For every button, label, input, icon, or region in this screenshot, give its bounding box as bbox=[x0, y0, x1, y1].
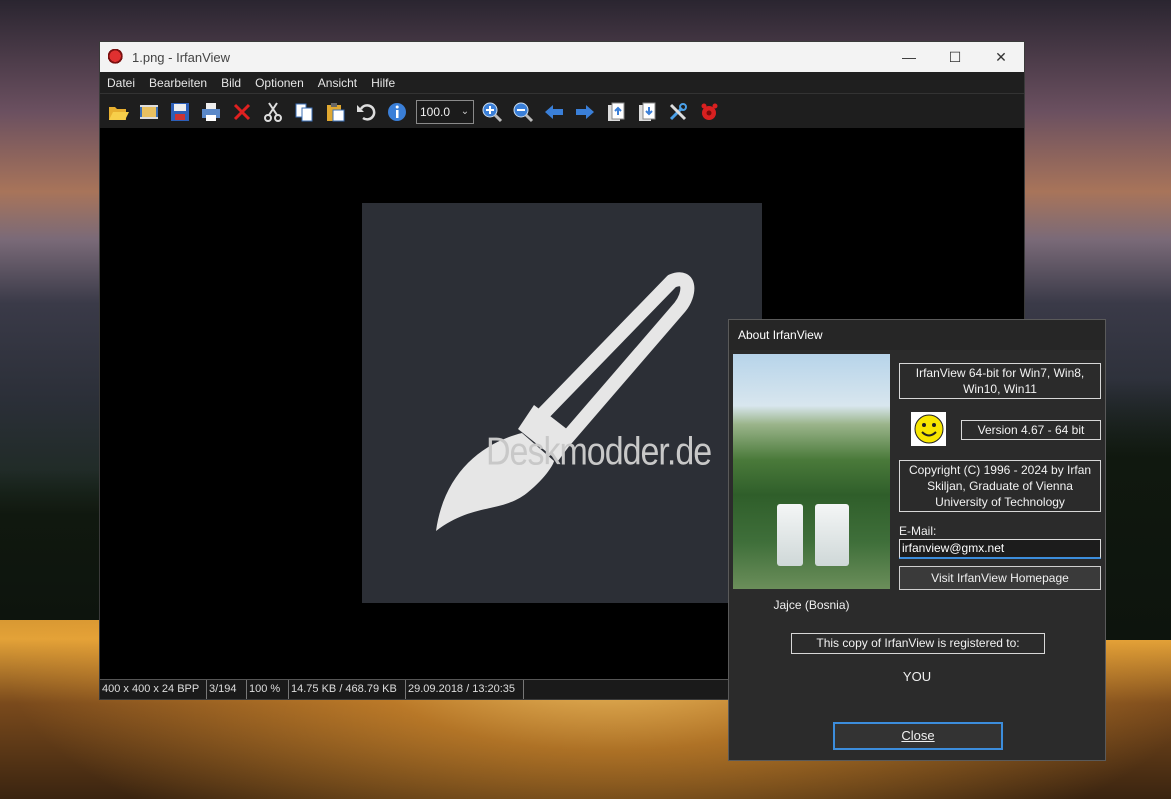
about-dialog: About IrfanView Jajce (Bosnia) IrfanView… bbox=[728, 319, 1106, 761]
registered-name: YOU bbox=[902, 669, 932, 684]
email-field[interactable]: irfanview@gmx.net bbox=[899, 539, 1101, 559]
about-title[interactable]: About IrfanView bbox=[729, 320, 1105, 350]
status-zoom: 100 % bbox=[247, 680, 289, 699]
print-button[interactable] bbox=[195, 98, 226, 126]
save-icon bbox=[170, 102, 189, 121]
thumbnails-button[interactable] bbox=[133, 98, 164, 126]
paste-button[interactable] bbox=[319, 98, 350, 126]
delete-button[interactable] bbox=[226, 98, 257, 126]
zoom-combobox[interactable]: 100.0 ⌄ bbox=[416, 99, 474, 124]
visit-homepage-button[interactable]: Visit IrfanView Homepage bbox=[899, 566, 1101, 590]
settings-icon bbox=[669, 102, 687, 120]
toolbar: 100.0 ⌄ bbox=[100, 94, 1024, 129]
status-dimensions: 400 x 400 x 24 BPP bbox=[100, 680, 207, 699]
irfanview-logo-icon bbox=[108, 49, 124, 65]
waterfall-left bbox=[777, 504, 803, 566]
edition-box: IrfanView 64-bit for Win7, Win8, Win10, … bbox=[899, 363, 1101, 399]
next-button[interactable] bbox=[569, 98, 600, 126]
chevron-down-icon[interactable]: ⌄ bbox=[457, 106, 473, 117]
zoom-in-icon bbox=[482, 102, 502, 122]
window-title: 1.png - IrfanView bbox=[132, 49, 231, 65]
smiley-icon bbox=[911, 412, 946, 446]
cut-button[interactable] bbox=[257, 98, 288, 126]
jajce-photo bbox=[733, 354, 890, 589]
waterfall-right bbox=[815, 504, 849, 566]
version-box: Version 4.67 - 64 bit bbox=[961, 420, 1101, 440]
info-icon bbox=[387, 102, 406, 121]
close-window-button[interactable]: ✕ bbox=[978, 42, 1024, 72]
watermark-text: Deskmodder.de bbox=[486, 430, 712, 474]
undo-button[interactable] bbox=[350, 98, 381, 126]
paintbrush-icon bbox=[436, 272, 695, 531]
close-button[interactable]: Close bbox=[833, 722, 1003, 750]
previous-icon bbox=[544, 104, 563, 119]
open-button[interactable] bbox=[102, 98, 133, 126]
info-button[interactable] bbox=[381, 98, 412, 126]
first-page-button[interactable] bbox=[600, 98, 631, 126]
irfanview-button[interactable] bbox=[693, 98, 724, 126]
paste-icon bbox=[326, 102, 344, 121]
last-page-icon bbox=[638, 102, 655, 121]
cut-icon bbox=[263, 101, 282, 122]
menu-bild[interactable]: Bild bbox=[214, 76, 248, 90]
thumbnails-icon bbox=[139, 104, 158, 119]
menu-bearbeiten[interactable]: Bearbeiten bbox=[142, 76, 214, 90]
menu-bar: Datei Bearbeiten Bild Optionen Ansicht H… bbox=[100, 72, 1024, 94]
menu-datei[interactable]: Datei bbox=[100, 76, 142, 90]
open-icon bbox=[108, 106, 129, 120]
maximize-button[interactable]: ☐ bbox=[932, 42, 978, 72]
registered-label: This copy of IrfanView is registered to: bbox=[791, 633, 1045, 654]
minimize-button[interactable]: — bbox=[886, 42, 932, 72]
menu-optionen[interactable]: Optionen bbox=[248, 76, 311, 90]
copyright-box: Copyright (C) 1996 - 2024 by Irfan Skilj… bbox=[899, 460, 1101, 512]
photo-caption: Jajce (Bosnia) bbox=[773, 598, 850, 612]
previous-button[interactable] bbox=[538, 98, 569, 126]
title-bar[interactable]: 1.png - IrfanView — ☐ ✕ bbox=[100, 42, 1024, 72]
displayed-image: Deskmodder.de bbox=[362, 203, 762, 603]
zoom-out-button[interactable] bbox=[507, 98, 538, 126]
first-page-icon bbox=[607, 102, 624, 121]
status-filesize: 14.75 KB / 468.79 KB bbox=[289, 680, 406, 699]
copy-icon bbox=[295, 103, 312, 121]
copy-button[interactable] bbox=[288, 98, 319, 126]
zoom-out-icon bbox=[513, 102, 533, 122]
zoom-value[interactable]: 100.0 bbox=[417, 105, 457, 119]
undo-icon bbox=[356, 103, 375, 121]
desktop-trees-right bbox=[1100, 380, 1171, 640]
print-icon bbox=[201, 102, 220, 121]
next-icon bbox=[575, 104, 594, 119]
save-button[interactable] bbox=[164, 98, 195, 126]
last-page-button[interactable] bbox=[631, 98, 662, 126]
menu-ansicht[interactable]: Ansicht bbox=[311, 76, 364, 90]
settings-button[interactable] bbox=[662, 98, 693, 126]
status-datetime: 29.09.2018 / 13:20:35 bbox=[406, 680, 524, 699]
menu-hilfe[interactable]: Hilfe bbox=[364, 76, 402, 90]
irfanview-icon bbox=[701, 103, 717, 120]
status-position: 3/194 bbox=[207, 680, 247, 699]
delete-icon bbox=[233, 103, 250, 120]
email-label: E-Mail: bbox=[899, 524, 937, 538]
zoom-in-button[interactable] bbox=[476, 98, 507, 126]
